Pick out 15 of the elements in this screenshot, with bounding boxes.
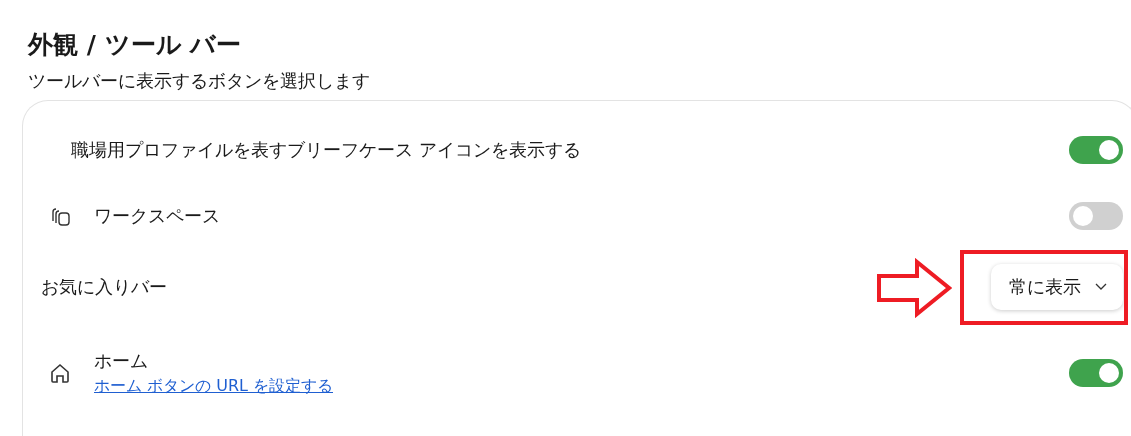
setting-label: ホーム (94, 349, 149, 373)
setting-label: お気に入りバー (41, 275, 168, 299)
setting-label: 職場用プロファイルを表すブリーフケース アイコンを表示する (71, 138, 582, 162)
toggle-switch[interactable] (1069, 359, 1123, 387)
page-subtitle: ツールバーに表示するボタンを選択します (28, 69, 371, 93)
right-arrow-icon (876, 258, 952, 318)
stacked-squares-icon (49, 205, 71, 227)
toggle-switch[interactable] (1069, 136, 1123, 164)
chevron-down-icon (1095, 283, 1107, 291)
setting-label: ワークスペース (94, 204, 221, 228)
home-icon (49, 362, 71, 384)
home-url-link[interactable]: ホーム ボタンの URL を設定する (94, 374, 1069, 398)
toggle-switch[interactable] (1069, 202, 1123, 230)
page-title: 外観 / ツール バー (28, 29, 243, 61)
dropdown[interactable]: 常に表示 (991, 264, 1123, 310)
